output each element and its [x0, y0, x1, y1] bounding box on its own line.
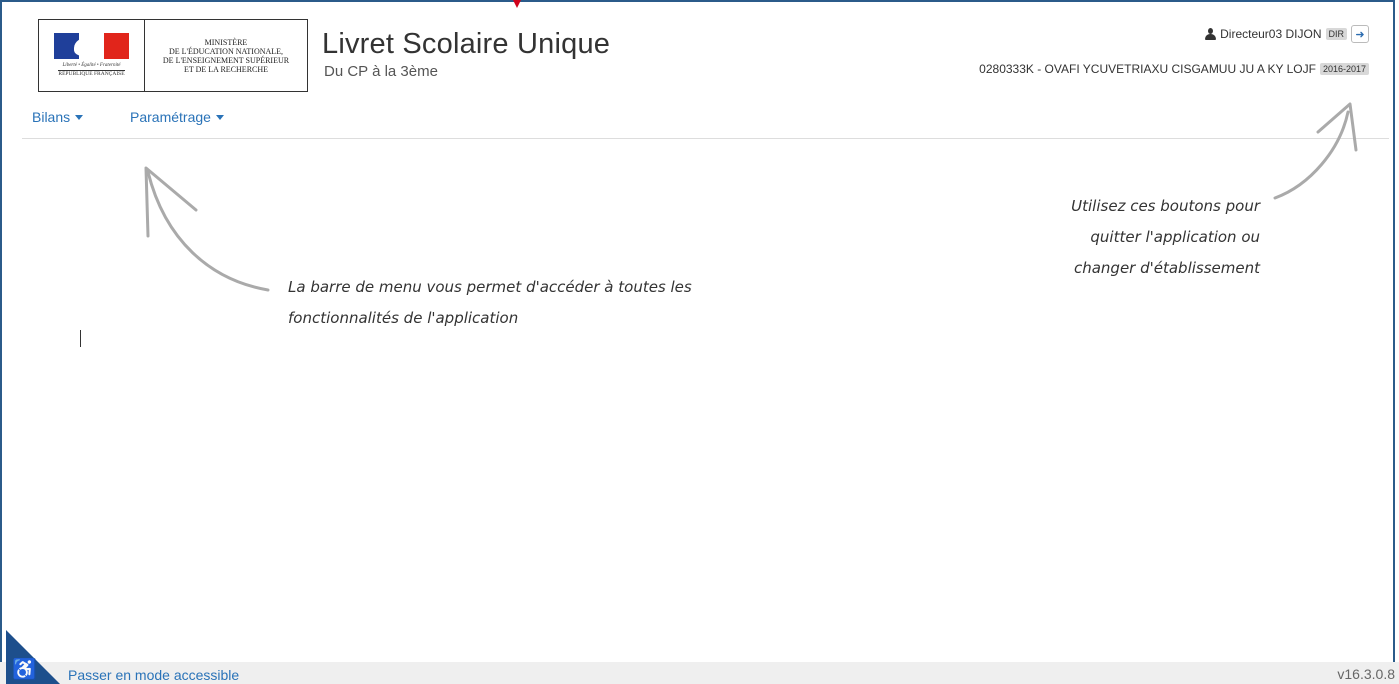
- text-cursor: [80, 330, 81, 347]
- buttons-annotation: Utilisez ces boutons pour quitter l'appl…: [1071, 197, 1260, 277]
- accessible-mode-link[interactable]: Passer en mode accessible: [68, 667, 239, 683]
- footer: Passer en mode accessible v16.3.0.8: [0, 662, 1399, 684]
- arrow-to-buttons: [1273, 110, 1350, 200]
- annotation-arrows: [144, 102, 1358, 292]
- arrow-to-menu: [146, 170, 270, 292]
- accessibility-icon[interactable]: ♿: [12, 657, 37, 682]
- menu-annotation: La barre de menu vous permet d'accéder à…: [288, 278, 692, 327]
- version-label: v16.3.0.8: [1337, 666, 1395, 682]
